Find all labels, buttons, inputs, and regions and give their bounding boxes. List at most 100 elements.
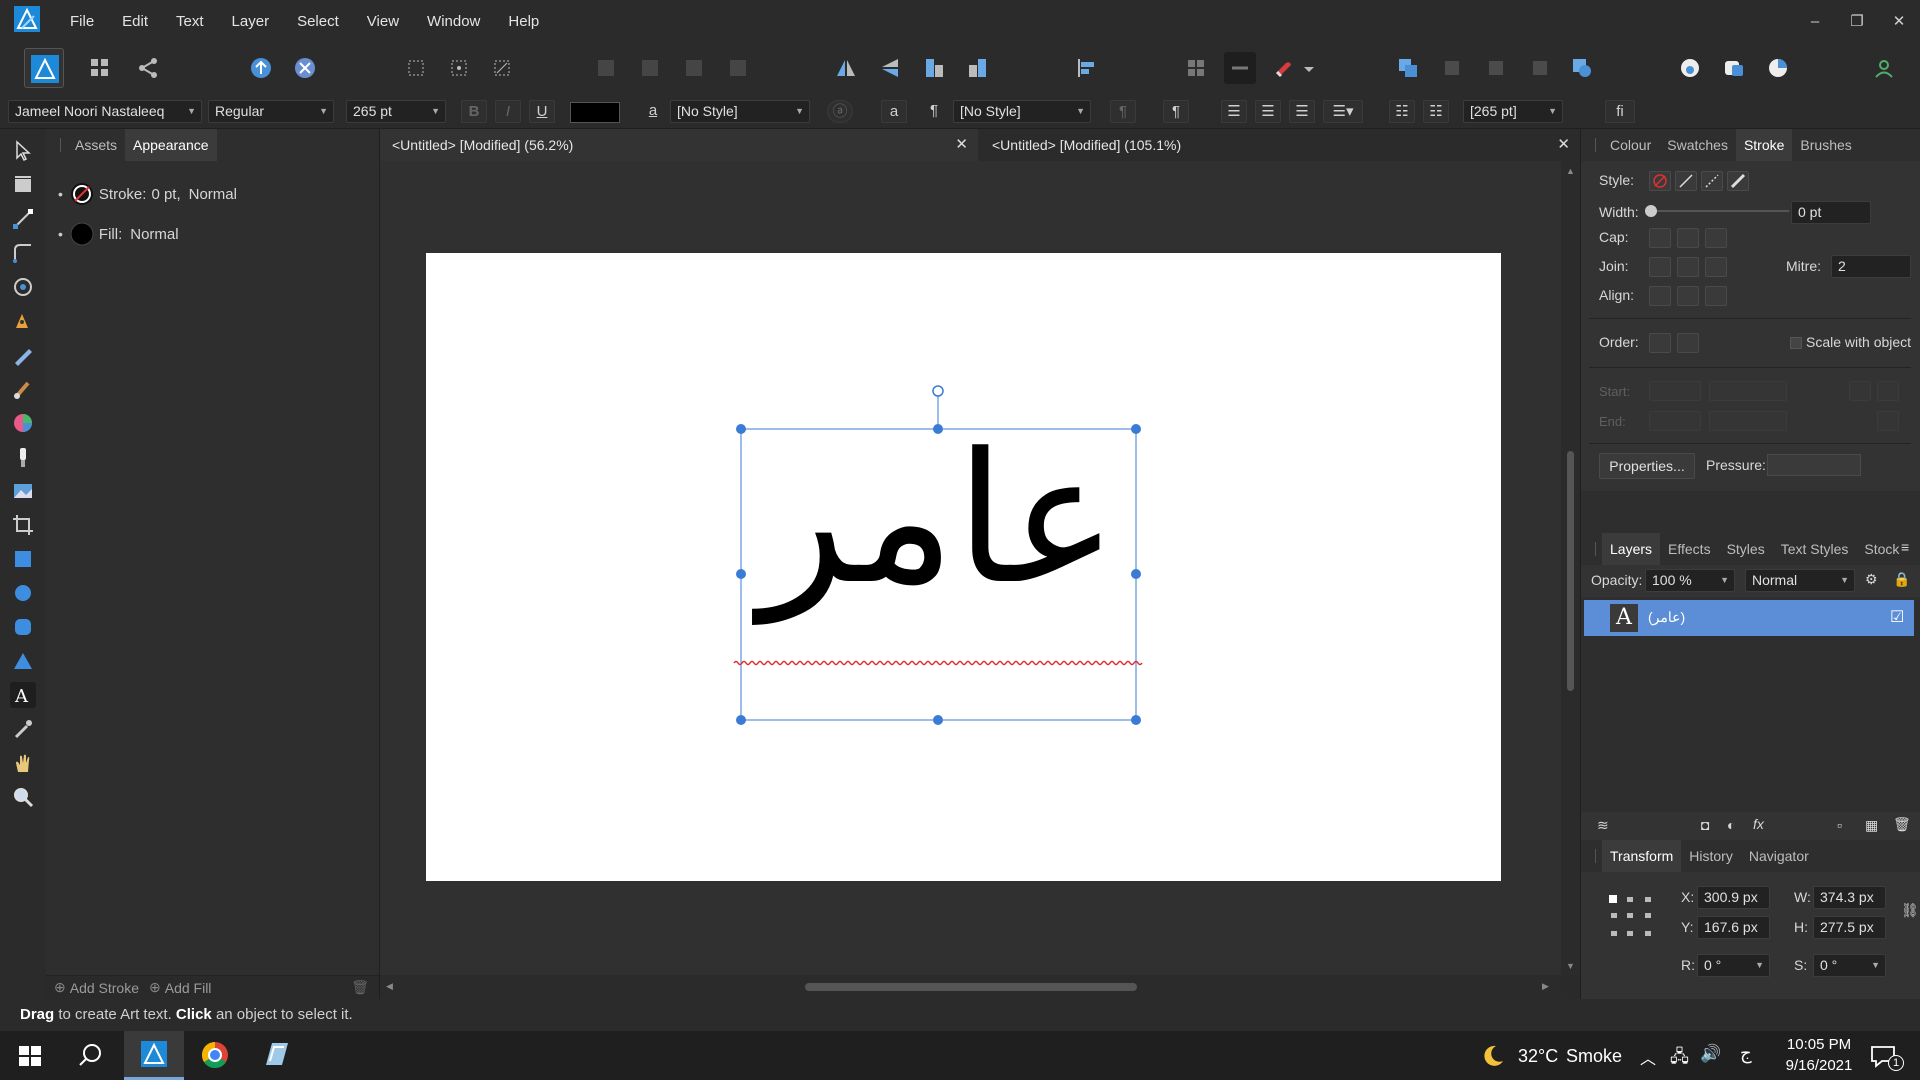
align-icon[interactable]	[1070, 52, 1102, 84]
texture-line-style-icon[interactable]	[1727, 171, 1749, 191]
no-stroke-style-icon[interactable]	[1649, 171, 1671, 191]
arrow-position-icon[interactable]	[1849, 381, 1871, 401]
transform-selection-icon[interactable]	[400, 52, 432, 84]
rectangle-tool-icon[interactable]	[10, 546, 36, 572]
assistant-icon[interactable]	[289, 52, 321, 84]
close-button[interactable]: ✕	[1878, 3, 1920, 41]
delete-layer-icon[interactable]: 🗑	[1893, 816, 1911, 833]
link-aspect-icon[interactable]: ⛓	[1901, 902, 1919, 919]
stroke-behind-icon[interactable]	[1649, 333, 1671, 353]
chrome-task-icon[interactable]	[185, 1031, 245, 1080]
typography-button[interactable]: fi	[1605, 100, 1635, 123]
scroll-up-icon[interactable]: ▲	[1566, 166, 1575, 176]
width-slider-knob[interactable]	[1645, 205, 1657, 217]
crop-tool-icon[interactable]	[10, 512, 36, 538]
stroke-row[interactable]: • Stroke: 0 pt, Normal	[58, 179, 237, 209]
boolean-xor-icon[interactable]	[722, 52, 754, 84]
scroll-down-icon[interactable]: ▼	[1566, 961, 1575, 971]
tab-assets[interactable]: Assets	[67, 129, 125, 161]
volume-icon[interactable]: 🔊	[1700, 1044, 1721, 1064]
rotate-left-icon[interactable]	[918, 52, 950, 84]
add-layer-icon[interactable]: ▫	[1837, 817, 1842, 833]
snapping-toggle-icon[interactable]	[1224, 52, 1256, 84]
chevron-up-icon[interactable]: ︿	[1640, 1045, 1656, 1069]
transform-origin-icon[interactable]	[443, 52, 475, 84]
affinity-designer-task-icon[interactable]	[124, 1031, 184, 1080]
weather-moon-icon[interactable]	[1480, 1043, 1506, 1069]
transform-mode-icon[interactable]	[486, 52, 518, 84]
butt-cap-icon[interactable]	[1649, 228, 1671, 248]
add-stroke-button[interactable]: Add Stroke	[70, 980, 139, 996]
stroke-picker-icon[interactable]	[1718, 52, 1750, 84]
anchor-point-selector[interactable]	[1607, 893, 1657, 943]
ellipse-tool-icon[interactable]	[10, 580, 36, 606]
tab-stock[interactable]: Stock	[1856, 533, 1907, 565]
align-left-button[interactable]: ☰	[1221, 100, 1247, 123]
tab-brushes[interactable]: Brushes	[1792, 129, 1859, 161]
para-style-apply-button[interactable]: ¶	[1163, 100, 1189, 123]
scroll-left-icon[interactable]: ◀	[386, 981, 393, 992]
tab-transform[interactable]: Transform	[1602, 840, 1682, 872]
close-tab-icon[interactable]: ✕	[955, 129, 968, 161]
arrange-backward-icon[interactable]	[1480, 52, 1512, 84]
italic-button[interactable]: I	[495, 100, 521, 123]
document-tab-2[interactable]: <Untitled> [Modified] (105.1%) ✕	[980, 129, 1580, 161]
boolean-intersect-icon[interactable]	[678, 52, 710, 84]
snap-icon[interactable]	[245, 52, 277, 84]
snapping-dropdown-icon[interactable]	[1298, 52, 1314, 84]
add-fill-button[interactable]: Add Fill	[165, 980, 212, 996]
properties-button[interactable]: Properties...	[1599, 453, 1695, 479]
rounded-rectangle-tool-icon[interactable]	[10, 614, 36, 640]
pencil-tool-icon[interactable]	[10, 342, 36, 368]
layer-visibility-checkbox[interactable]: ☑	[1890, 607, 1904, 627]
tab-text-styles[interactable]: Text Styles	[1773, 533, 1857, 565]
round-cap-icon[interactable]	[1677, 228, 1699, 248]
arrange-forward-icon[interactable]	[1436, 52, 1468, 84]
color-picker-icon[interactable]	[1674, 52, 1706, 84]
pixel-persona-icon[interactable]	[84, 52, 116, 84]
menu-view[interactable]: View	[353, 0, 413, 43]
font-size-field[interactable]: 265 pt ▼	[346, 100, 446, 123]
square-cap-icon[interactable]	[1705, 228, 1727, 248]
fill-tool-icon[interactable]	[10, 410, 36, 436]
dash-line-style-icon[interactable]	[1701, 171, 1723, 191]
char-style-update-button[interactable]: ⓐ	[827, 100, 853, 123]
tab-appearance[interactable]: Appearance	[125, 129, 217, 161]
tab-history[interactable]: History	[1681, 840, 1741, 872]
swap-arrowheads-icon[interactable]	[1877, 411, 1899, 431]
menu-text[interactable]: Text	[162, 0, 218, 43]
vector-brush-tool-icon[interactable]	[10, 376, 36, 402]
numbered-list-button[interactable]: ☷	[1423, 100, 1449, 123]
menu-layer[interactable]: Layer	[218, 0, 284, 43]
close-tab-icon[interactable]: ✕	[1557, 129, 1570, 161]
tab-effects[interactable]: Effects	[1660, 533, 1719, 565]
width-field[interactable]: 0 pt	[1791, 201, 1871, 224]
blend-mode-select[interactable]: Normal ▼	[1745, 569, 1855, 592]
arrange-back-icon[interactable]	[1524, 52, 1556, 84]
end-scale-select[interactable]	[1709, 411, 1787, 431]
account-icon[interactable]	[1868, 52, 1900, 84]
mask-layer-icon[interactable]: ◘	[1701, 817, 1709, 833]
clock-time[interactable]: 10:05 PM	[1764, 1036, 1874, 1053]
artistic-text-tool-icon[interactable]: A	[10, 682, 36, 708]
start-arrowhead-select[interactable]	[1649, 381, 1701, 401]
place-image-tool-icon[interactable]	[10, 478, 36, 504]
underline-button[interactable]: U	[529, 100, 555, 123]
node-tool-icon[interactable]	[10, 206, 36, 232]
artboard-tool-icon[interactable]	[10, 172, 36, 198]
bullet-list-button[interactable]: ☷	[1389, 100, 1415, 123]
document-tab-1[interactable]: <Untitled> [Modified] (56.2%) ✕	[380, 129, 978, 161]
tab-navigator[interactable]: Navigator	[1741, 840, 1817, 872]
add-pixel-layer-icon[interactable]: ▦	[1865, 817, 1878, 834]
tab-swatches[interactable]: Swatches	[1659, 129, 1736, 161]
font-family-select[interactable]: Jameel Noori Nastaleeq ▼	[8, 100, 202, 123]
para-style-update-button[interactable]: ¶	[1110, 100, 1136, 123]
triangle-tool-icon[interactable]	[10, 648, 36, 674]
horizontal-scroll-thumb[interactable]	[805, 983, 1137, 991]
h-field[interactable]: 277.5 px	[1813, 916, 1886, 939]
artistic-text-object[interactable]: عامر	[741, 395, 1136, 675]
arrange-front-icon[interactable]	[1392, 52, 1424, 84]
transparency-tool-icon[interactable]	[10, 444, 36, 470]
network-icon[interactable]: 🖧	[1670, 1044, 1689, 1073]
leading-field[interactable]: [265 pt] ▼	[1463, 100, 1563, 123]
